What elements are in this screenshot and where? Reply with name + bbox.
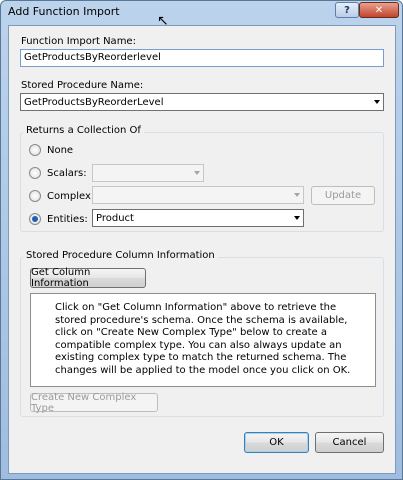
help-button[interactable]: ? xyxy=(335,2,359,18)
update-button[interactable]: Update xyxy=(311,186,375,205)
scalars-dropdown[interactable] xyxy=(92,164,204,182)
chevron-down-icon xyxy=(294,193,300,197)
chevron-down-icon xyxy=(294,216,300,220)
chevron-down-icon xyxy=(194,171,200,175)
dialog-window: Add Function Import ? ✕ ↖ Function Impor… xyxy=(0,0,403,480)
radio-entities-row[interactable]: Entities: xyxy=(29,213,88,225)
dialog-body: Function Import Name: GetProductsByReord… xyxy=(8,25,396,474)
returns-collection-title: Returns a Collection Of xyxy=(23,125,144,136)
entities-dropdown[interactable]: Product xyxy=(92,209,304,227)
radio-none-label: None xyxy=(47,144,74,156)
function-import-name-input[interactable]: GetProductsByReorderlevel xyxy=(20,49,384,67)
close-button[interactable]: ✕ xyxy=(359,2,399,18)
radio-entities-label: Entities: xyxy=(47,213,88,225)
column-info-message: Click on "Get Column Information" above … xyxy=(30,293,376,387)
stored-procedure-name-label: Stored Procedure Name: xyxy=(21,80,144,91)
radio-entities[interactable] xyxy=(29,213,41,225)
column-info-title: Stored Procedure Column Information xyxy=(23,250,218,261)
create-new-complex-type-button[interactable]: Create New Complex Type xyxy=(30,392,158,414)
radio-complex[interactable] xyxy=(29,190,41,202)
stored-procedure-dropdown[interactable]: GetProductsByReorderLevel xyxy=(20,93,384,111)
cancel-button[interactable]: Cancel xyxy=(315,432,384,453)
entities-selected: Product xyxy=(96,212,134,224)
dialog-title: Add Function Import xyxy=(8,5,120,18)
radio-complex-row[interactable]: Complex: xyxy=(29,190,94,202)
get-column-information-button[interactable]: Get Column Information xyxy=(30,267,146,289)
title-bar[interactable]: Add Function Import ? ✕ xyxy=(1,1,402,23)
radio-complex-label: Complex: xyxy=(47,190,95,202)
radio-none[interactable] xyxy=(29,144,41,156)
chevron-down-icon xyxy=(374,100,380,104)
function-import-name-label: Function Import Name: xyxy=(21,36,136,47)
complex-dropdown[interactable] xyxy=(92,186,304,204)
radio-scalars[interactable] xyxy=(29,167,41,179)
ok-button[interactable]: OK xyxy=(244,432,309,453)
radio-scalars-label: Scalars: xyxy=(47,167,87,179)
radio-scalars-row[interactable]: Scalars: xyxy=(29,167,87,179)
radio-none-row[interactable]: None xyxy=(29,144,73,156)
stored-procedure-selected: GetProductsByReorderLevel xyxy=(24,96,164,108)
